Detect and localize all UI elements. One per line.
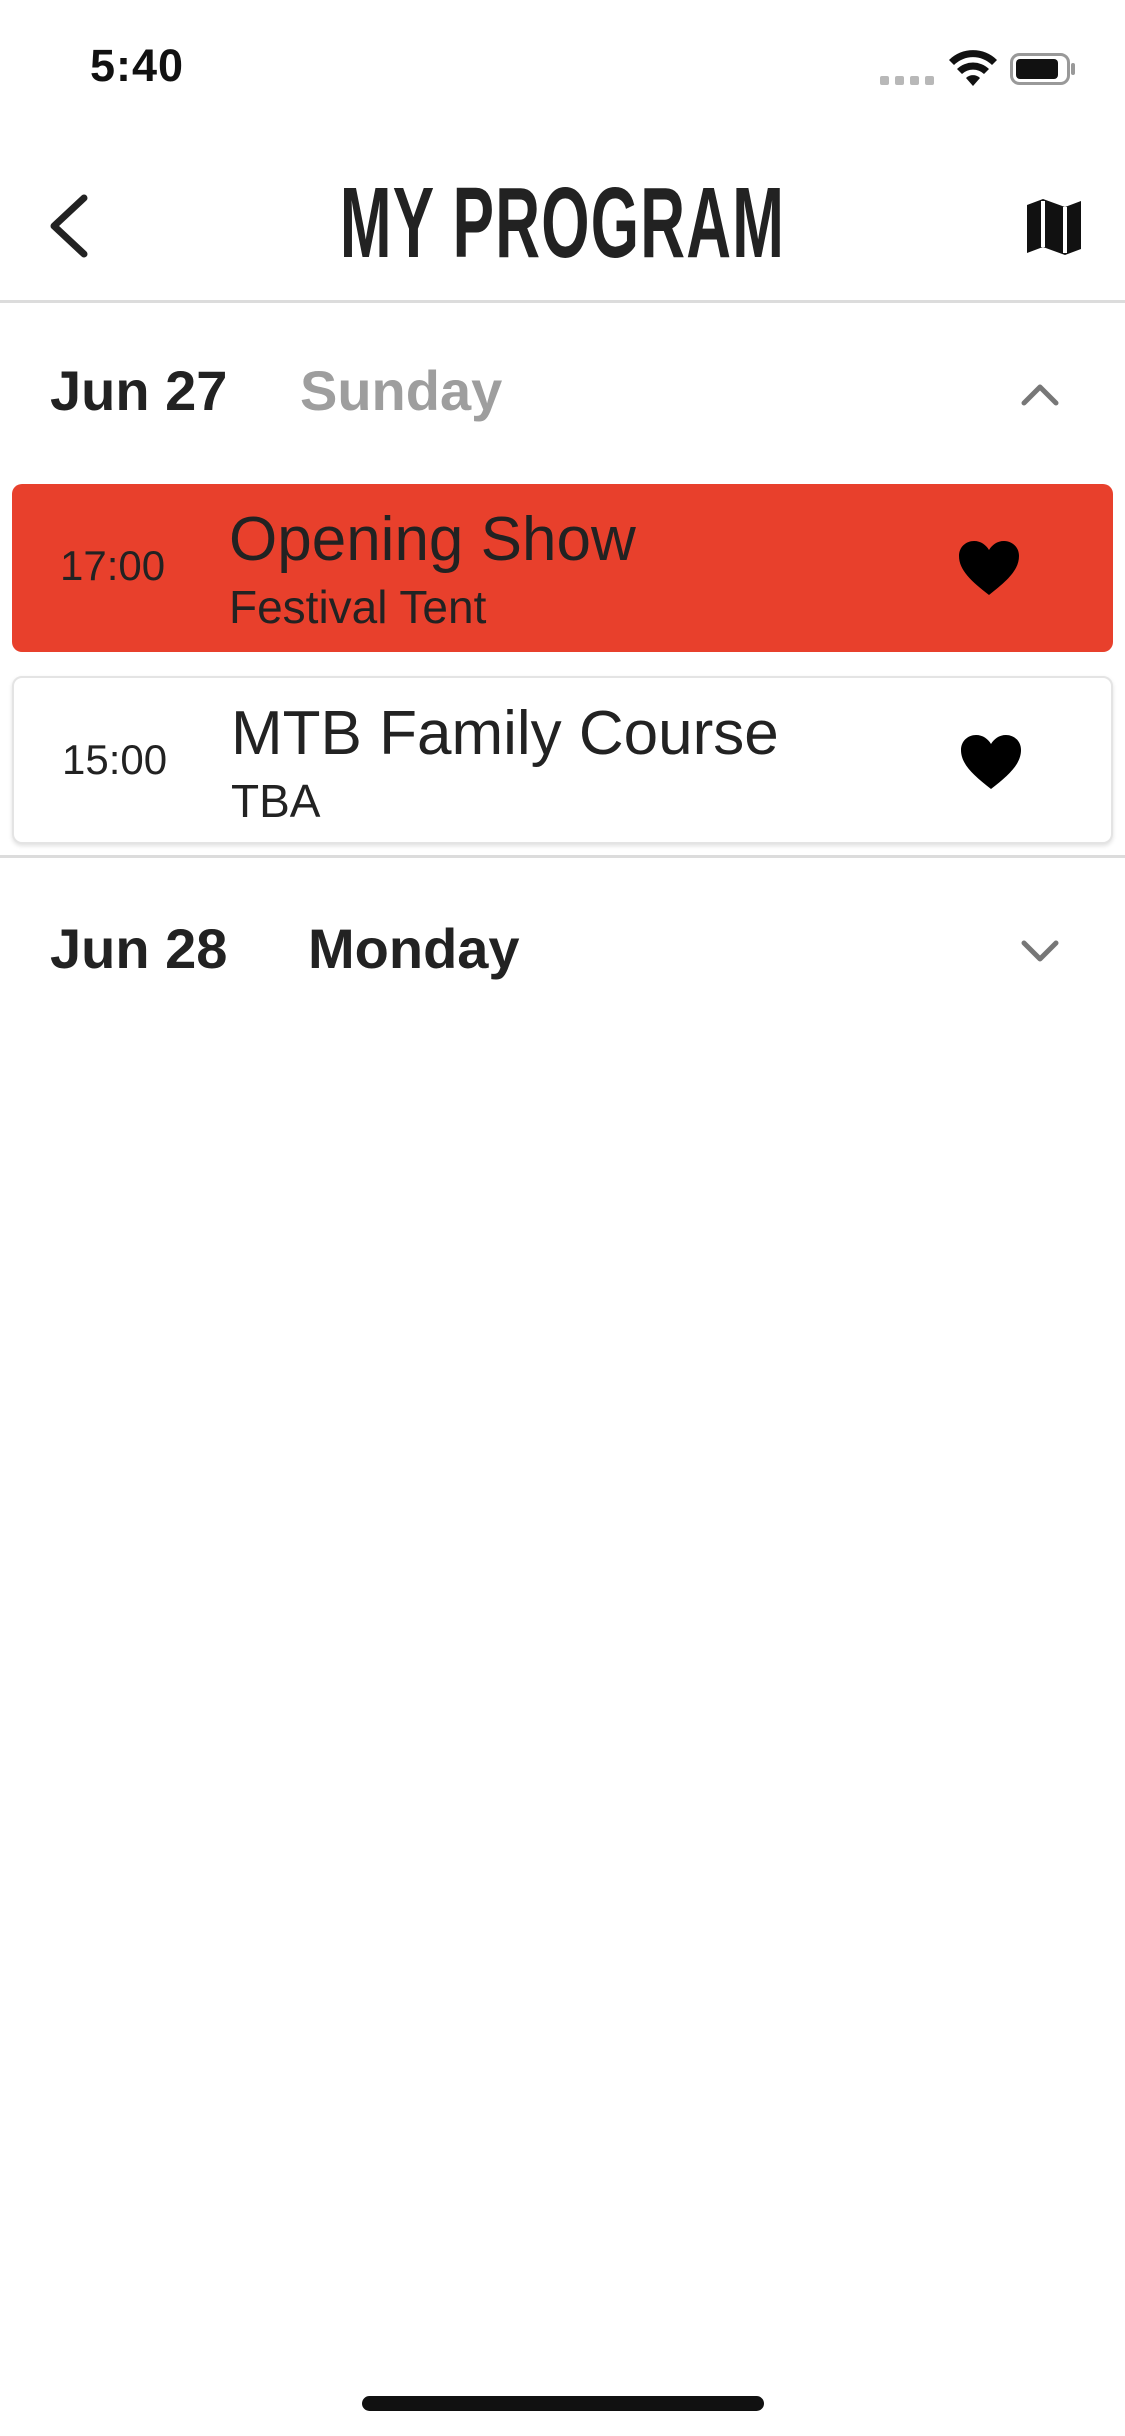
day-date: Jun 27 xyxy=(50,359,228,422)
event-row[interactable]: 15:00 MTB Family Course TBA xyxy=(12,676,1113,844)
day-header-jun-27[interactable]: Jun 27 Sunday xyxy=(0,318,1125,458)
wifi-icon xyxy=(949,50,997,86)
back-button[interactable] xyxy=(40,186,96,266)
day-date: Jun 28 xyxy=(50,917,228,980)
chevron-up-icon xyxy=(1012,366,1068,422)
heart-icon xyxy=(961,735,1021,789)
event-time: 15:00 xyxy=(62,736,168,783)
heart-icon xyxy=(959,541,1019,595)
map-icon xyxy=(1027,199,1081,255)
cellular-signal-icon xyxy=(880,76,934,85)
event-venue: Festival Tent xyxy=(229,581,487,633)
app-header: MY PROGRAM xyxy=(0,150,1125,303)
event-row[interactable]: 17:00 Opening Show Festival Tent xyxy=(12,484,1113,652)
home-indicator[interactable] xyxy=(362,2396,764,2411)
event-title: MTB Family Course xyxy=(231,699,779,768)
page-title: MY PROGRAM xyxy=(339,167,786,279)
event-time: 17:00 xyxy=(60,542,166,589)
day-weekday: Sunday xyxy=(300,359,503,422)
map-button[interactable] xyxy=(1020,190,1088,264)
event-title: Opening Show xyxy=(229,505,636,574)
favorite-button[interactable] xyxy=(952,534,1026,602)
section-divider xyxy=(0,855,1125,858)
event-venue: TBA xyxy=(231,775,321,827)
favorite-button[interactable] xyxy=(954,728,1028,796)
chevron-left-icon xyxy=(50,194,88,258)
day-weekday: Monday xyxy=(308,917,520,980)
day-header-jun-28[interactable]: Jun 28 Monday xyxy=(0,876,1125,1016)
battery-icon xyxy=(1010,53,1075,85)
chevron-down-icon xyxy=(1012,924,1068,980)
status-time: 5:40 xyxy=(90,40,185,91)
status-bar: 5:40 xyxy=(0,0,1125,140)
